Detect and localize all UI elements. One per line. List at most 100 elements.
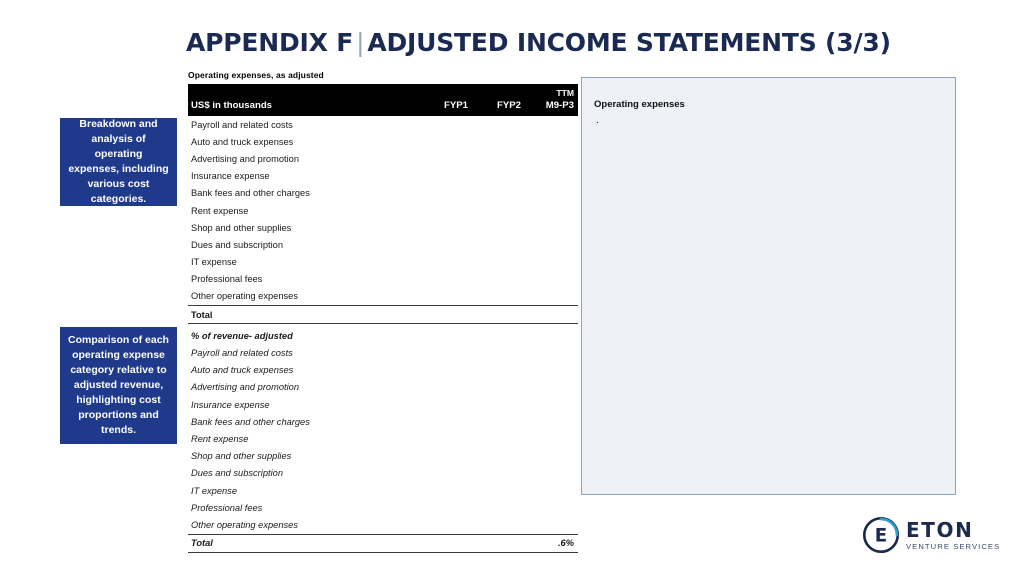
row-label: Insurance expense	[191, 399, 270, 410]
row-value-ttm	[525, 219, 578, 236]
row-value-ttm	[525, 288, 578, 306]
table-row: Other operating expenses	[188, 288, 578, 306]
header-col-fyp1: FYP1	[419, 99, 472, 116]
page-title-prefix: APPENDIX F	[186, 28, 354, 57]
table-row: Other operating expenses	[188, 516, 578, 534]
page-title-main: ADJUSTED INCOME STATEMENTS (3/3)	[367, 28, 891, 57]
operating-expenses-table: TTM US$ in thousands FYP1 FYP2 M9-P3 Pay…	[188, 84, 578, 553]
row-label: Bank fees and other charges	[191, 188, 310, 199]
row-value-fyp2	[472, 185, 525, 202]
table-row: Bank fees and other charges	[188, 413, 578, 430]
row-value-fyp2	[472, 379, 525, 396]
row-value-ttm	[525, 430, 578, 447]
row-label: Other operating expenses	[191, 519, 298, 530]
row-label: Professional fees	[191, 502, 263, 513]
row-value-ttm	[525, 413, 578, 430]
commentary-panel-title: Operating expenses	[594, 99, 685, 110]
row-value-fyp1	[419, 430, 472, 447]
row-value-ttm	[525, 362, 578, 379]
row-label: Other operating expenses	[191, 291, 298, 302]
row-value-ttm	[525, 168, 578, 185]
table-row: IT expense	[188, 254, 578, 271]
row-value-fyp2	[472, 499, 525, 516]
row-value-fyp2	[472, 236, 525, 253]
row-label: Rent expense	[191, 205, 249, 216]
table-header-row: US$ in thousands FYP1 FYP2 M9-P3	[188, 99, 578, 116]
page-title-divider: |	[356, 28, 365, 57]
row-value-ttm	[525, 254, 578, 271]
row-value-fyp1	[419, 168, 472, 185]
row-value-fyp2	[472, 516, 525, 534]
row-value-fyp1	[419, 236, 472, 253]
row-value-fyp2	[472, 150, 525, 167]
row-value-fyp1	[419, 448, 472, 465]
table-row: Dues and subscription	[188, 236, 578, 253]
row-value-ttm	[525, 516, 578, 534]
table-header-top-row: TTM	[188, 84, 578, 99]
table-row: Advertising and promotion	[188, 379, 578, 396]
header-col-m9p3: M9-P3	[525, 99, 578, 116]
total-value-ttm: .6%	[525, 533, 578, 553]
table-row: Shop and other supplies	[188, 448, 578, 465]
row-value-fyp1	[419, 516, 472, 534]
row-value-fyp2	[472, 219, 525, 236]
row-value-fyp1	[419, 362, 472, 379]
row-value-fyp1	[419, 254, 472, 271]
eton-circle-icon: E	[862, 516, 900, 554]
row-value-fyp2	[472, 288, 525, 306]
logo-company-name: ETON	[906, 518, 974, 542]
row-label: Bank fees and other charges	[191, 416, 310, 427]
row-value-ttm	[525, 396, 578, 413]
table-row: IT expense	[188, 482, 578, 499]
table-row: Professional fees	[188, 499, 578, 516]
section-spacer-2	[472, 327, 525, 344]
section-label: % of revenue- adjusted	[191, 330, 293, 341]
row-value-fyp2	[472, 202, 525, 219]
row-value-fyp1	[419, 271, 472, 288]
row-value-fyp2	[472, 254, 525, 271]
row-value-fyp1	[419, 344, 472, 361]
callout-text: Breakdown and analysis of operating expe…	[68, 118, 169, 205]
row-value-fyp2	[472, 116, 525, 133]
total-value-ttm	[525, 305, 578, 325]
commentary-panel: Operating expenses ·	[581, 77, 956, 495]
row-value-fyp2	[472, 133, 525, 150]
row-value-fyp1	[419, 482, 472, 499]
header-top-fyp1	[419, 84, 472, 99]
logo-tagline: VENTURE SERVICES	[906, 542, 1001, 551]
total-label: Total	[188, 533, 419, 553]
row-value-ttm	[525, 150, 578, 167]
table-row: Auto and truck expenses	[188, 362, 578, 379]
financial-table-container: Operating expenses, as adjusted TTM US$ …	[188, 70, 578, 553]
row-label: Professional fees	[191, 274, 263, 285]
row-label: Insurance expense	[191, 171, 270, 182]
row-value-fyp1	[419, 499, 472, 516]
table-section-header: % of revenue- adjusted	[188, 327, 578, 344]
table-row: Professional fees	[188, 271, 578, 288]
row-label: Dues and subscription	[191, 468, 283, 479]
callout-box-percent-of-revenue: Comparison of each operating expense cat…	[60, 327, 177, 444]
total-value-fyp1	[419, 533, 472, 553]
total-value-fyp2	[472, 533, 525, 553]
row-label: Advertising and promotion	[191, 382, 300, 393]
row-value-ttm	[525, 448, 578, 465]
row-value-ttm	[525, 465, 578, 482]
row-value-fyp1	[419, 219, 472, 236]
total-value-fyp2	[472, 305, 525, 325]
table-row: Advertising and promotion	[188, 150, 578, 167]
header-top-ttm: TTM	[525, 84, 578, 99]
row-label: IT expense	[191, 257, 237, 268]
row-label: Payroll and related costs	[191, 119, 293, 130]
row-value-fyp2	[472, 465, 525, 482]
row-value-fyp1	[419, 116, 472, 133]
total-value-fyp1	[419, 305, 472, 325]
row-value-ttm	[525, 116, 578, 133]
row-value-fyp1	[419, 379, 472, 396]
row-value-fyp1	[419, 202, 472, 219]
callout-text: Comparison of each operating expense cat…	[68, 334, 169, 436]
row-label: Dues and subscription	[191, 239, 283, 250]
company-logo: E ETON VENTURE SERVICES	[862, 513, 1002, 558]
header-top-fyp2	[472, 84, 525, 99]
table-caption: Operating expenses, as adjusted	[188, 70, 324, 80]
row-value-fyp1	[419, 133, 472, 150]
